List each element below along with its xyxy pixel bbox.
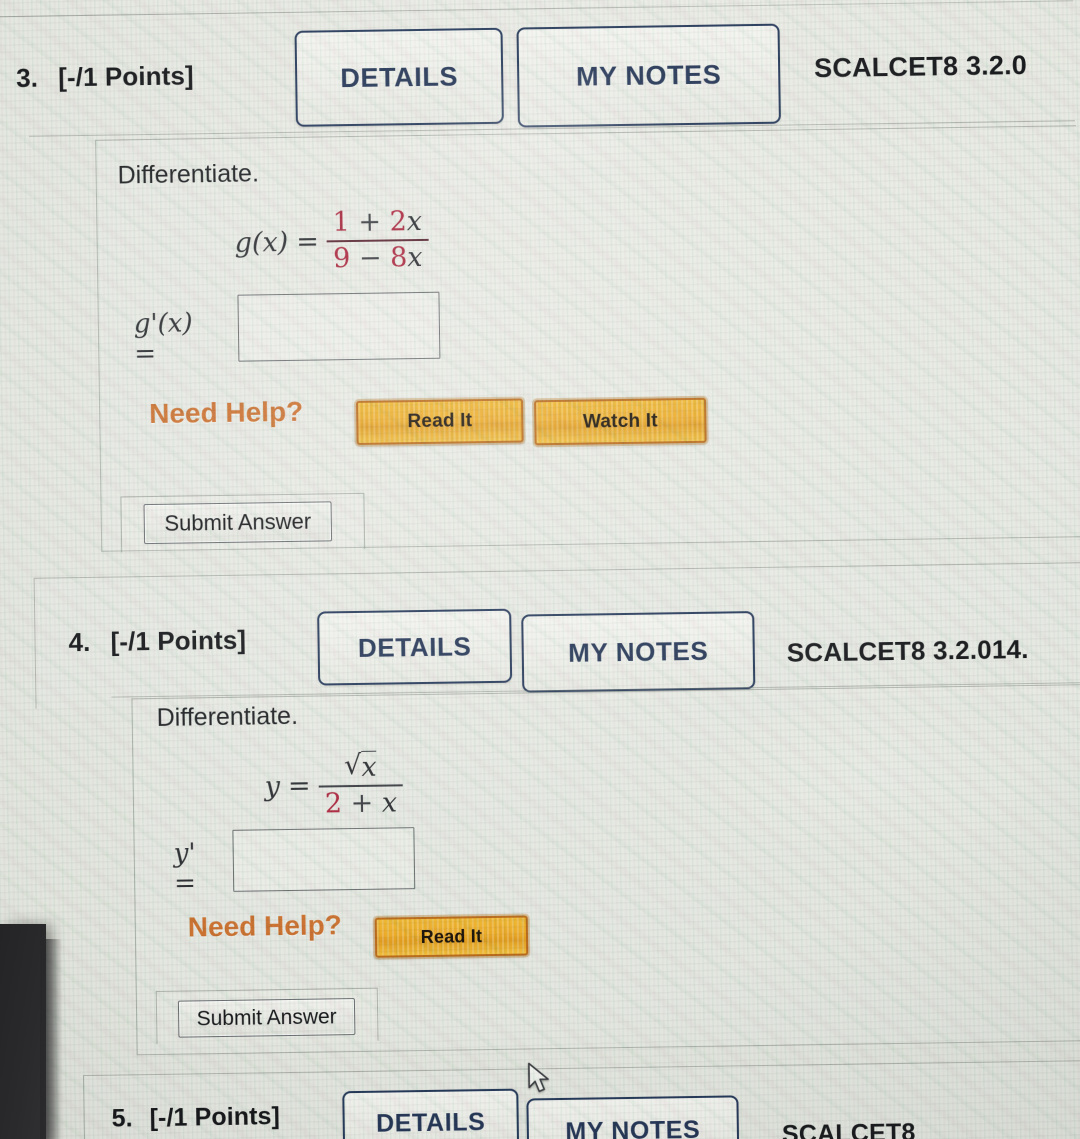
q4-radical-sign: √ <box>343 749 362 782</box>
q4-fraction: √ x 2 + x <box>318 750 403 819</box>
q3-num-a: 1 <box>332 207 350 239</box>
q4-den-op: + <box>350 787 374 819</box>
q3-den-op: − <box>358 242 382 274</box>
q4-denominator: 2 + x <box>319 787 404 820</box>
homework-page: 3. [-/1 Points] DETAILS MY NOTES SCALCET… <box>0 0 1080 1139</box>
page-top-divider <box>0 0 1074 18</box>
screen-photo: 3. [-/1 Points] DETAILS MY NOTES SCALCET… <box>0 0 1080 1139</box>
q3-lhs: g(x) <box>234 226 289 259</box>
question-4-answer-input[interactable] <box>232 827 416 892</box>
question-4-equation: y = √ x 2 + x <box>264 750 403 820</box>
mouse-pointer-arrow-icon <box>528 1062 549 1093</box>
question-4-points: [-/1 Points] <box>110 624 247 657</box>
q3-num-var: x <box>406 205 423 238</box>
monitor-screen-surface: 3. [-/1 Points] DETAILS MY NOTES SCALCET… <box>0 0 1080 1139</box>
question-3-details-button[interactable]: DETAILS <box>294 27 504 127</box>
question-3-points: [-/1 Points] <box>57 60 194 93</box>
question-3-equation: g(x) = 1 + 2x 9 − 8x <box>234 205 429 276</box>
q3-fraction: 1 + 2x 9 − 8x <box>326 205 429 275</box>
question-3-read-it-button[interactable]: Read It <box>356 398 524 445</box>
q3-equals: = <box>295 226 320 258</box>
question-3-answer-label: g'(x) = <box>133 308 193 370</box>
question-4-read-it-button[interactable]: Read It <box>374 915 529 958</box>
q4-lhs: y <box>264 770 281 802</box>
question-4-answer-label: y' = <box>173 838 197 899</box>
question-4-submit-button[interactable]: Submit Answer <box>177 998 356 1038</box>
q3-denominator: 9 − 8x <box>327 241 429 275</box>
question-5-points: [-/1 Points] <box>149 1102 281 1133</box>
question-3-need-help-label: Need Help? <box>148 395 304 430</box>
q3-num-b: 2 <box>389 206 407 238</box>
question-4-details-button[interactable]: DETAILS <box>317 608 513 686</box>
question-5-my-notes-button[interactable]: MY NOTES <box>526 1095 740 1139</box>
q3-num-op: + <box>358 206 382 238</box>
q4-equals: = <box>287 770 311 802</box>
monitor-bezel-shadow <box>40 939 62 1139</box>
question-3-my-notes-button[interactable]: MY NOTES <box>516 23 781 128</box>
question-3-answer-input[interactable] <box>237 291 441 362</box>
q4-numerator: √ x <box>338 749 383 784</box>
q4-den-var: x <box>381 787 398 819</box>
question-5-number: 5. <box>111 1104 133 1133</box>
question-4-number: 4. <box>68 626 91 658</box>
question-5-details-button[interactable]: DETAILS <box>342 1088 520 1139</box>
question-4-prompt: Differentiate. <box>156 701 299 732</box>
q3-numerator: 1 + 2x <box>326 205 428 239</box>
question-4-need-help-label: Need Help? <box>187 909 343 943</box>
q3-den-a: 9 <box>332 242 351 275</box>
question-5-reference: SCALCET8 <box>781 1118 916 1139</box>
q4-radical: √ x <box>343 749 377 784</box>
question-4-reference: SCALCET8 3.2.014. <box>786 634 1029 668</box>
q3-den-var: x <box>407 241 423 274</box>
question-3-watch-it-button[interactable]: Watch It <box>534 397 707 446</box>
q4-den-a: 2 <box>324 788 343 820</box>
q4-radicand: x <box>361 750 377 784</box>
question-4-my-notes-button[interactable]: MY NOTES <box>521 611 756 693</box>
question-3-reference: SCALCET8 3.2.0 <box>813 49 1028 84</box>
question-3-number: 3. <box>15 62 39 93</box>
question-3-submit-button[interactable]: Submit Answer <box>143 501 333 545</box>
q3-den-b: 8 <box>389 242 408 274</box>
question-3-prompt: Differentiate. <box>117 159 260 190</box>
